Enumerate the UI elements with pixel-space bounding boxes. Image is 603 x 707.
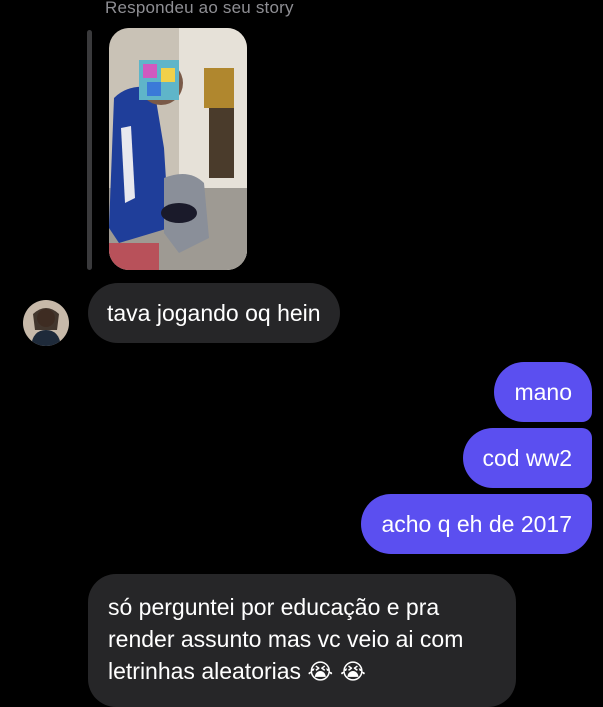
message-bubble-outgoing[interactable]: mano — [494, 362, 592, 422]
story-reply-bar — [87, 30, 92, 270]
contact-avatar[interactable] — [23, 300, 69, 346]
message-bubble-incoming[interactable]: só perguntei por educação e pra render a… — [88, 574, 516, 707]
message-bubble-outgoing[interactable]: cod ww2 — [462, 428, 592, 488]
story-thumbnail[interactable] — [109, 28, 247, 270]
loudly-crying-face-icon: 😭 😭 — [307, 660, 366, 685]
message-bubble-outgoing[interactable]: acho q eh de 2017 — [361, 494, 592, 554]
story-reply-caption: Respondeu ao seu story — [105, 0, 294, 17]
message-bubble-incoming[interactable]: tava jogando oq hein — [88, 283, 340, 343]
message-text: só perguntei por educação e pra render a… — [108, 594, 464, 684]
